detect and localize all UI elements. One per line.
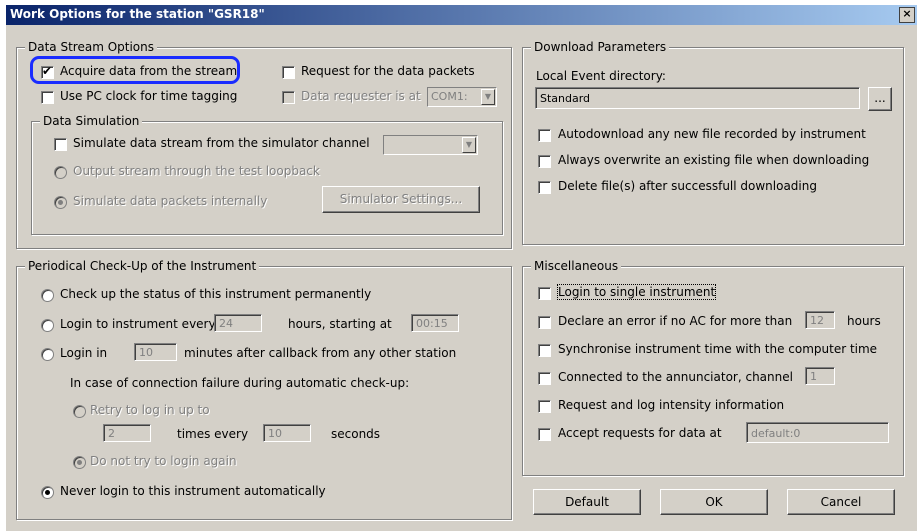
download-legend: Download Parameters xyxy=(531,40,670,54)
hours-starting-label: hours, starting at xyxy=(288,317,392,331)
never-login-radio[interactable] xyxy=(41,486,54,499)
accept-requests-label: Accept requests for data at xyxy=(558,426,722,440)
data-simulation-legend: Data Simulation xyxy=(40,114,143,128)
simulator-settings-button[interactable]: Simulator Settings... xyxy=(322,186,480,213)
simulate-internal-label: Simulate data packets internally xyxy=(73,194,268,208)
autodownload-label: Autodownload any new file recorded by in… xyxy=(558,127,866,141)
login-in-field[interactable]: 10 xyxy=(134,343,177,361)
misc-legend: Miscellaneous xyxy=(531,259,622,273)
check-permanent-radio[interactable] xyxy=(41,289,54,302)
overwrite-label: Always overwrite an existing file when d… xyxy=(558,153,870,167)
login-in-radio[interactable] xyxy=(41,348,54,361)
simulate-internal-radio[interactable] xyxy=(54,196,67,209)
simulate-channel-label: Simulate data stream from the simulator … xyxy=(73,136,370,150)
minutes-after-label: minutes after callback from any other st… xyxy=(184,346,457,360)
retry-radio[interactable] xyxy=(73,405,86,418)
retry-label: Retry to log in up to xyxy=(90,403,210,417)
output-loopback-label: Output stream through the test loopback xyxy=(73,164,320,178)
intensity-label: Request and log intensity information xyxy=(558,398,785,412)
checkup-legend: Periodical Check-Up of the Instrument xyxy=(25,259,260,273)
chevron-down-icon[interactable]: ▼ xyxy=(481,89,495,105)
times-every-label: times every xyxy=(177,427,249,441)
check-permanent-label: Check up the status of this instrument p… xyxy=(60,287,372,301)
seconds-label: seconds xyxy=(331,427,381,441)
request-packets-checkbox[interactable] xyxy=(282,66,295,79)
data-stream-legend: Data Stream Options xyxy=(25,40,157,54)
simulate-channel-checkbox[interactable] xyxy=(54,138,67,151)
annunciator-channel-field[interactable]: 1 xyxy=(805,367,835,385)
accept-requests-checkbox[interactable] xyxy=(538,428,551,441)
accept-requests-field[interactable]: default:0 xyxy=(746,422,889,443)
login-every-radio[interactable] xyxy=(41,319,54,332)
start-time-field[interactable]: 00:15 xyxy=(411,314,459,332)
single-instrument-label: Login to single instrument xyxy=(556,284,717,300)
dialog-body: Data Stream Options Acquire data from th… xyxy=(6,25,917,531)
login-every-field[interactable]: 24 xyxy=(214,314,262,332)
requester-checkbox[interactable] xyxy=(282,91,295,104)
window-title: Work Options for the station "GSR18" xyxy=(10,7,265,21)
retry-interval-field[interactable]: 10 xyxy=(263,424,311,442)
failure-label: In case of connection failure during aut… xyxy=(70,376,410,390)
delete-files-label: Delete file(s) after successfull downloa… xyxy=(558,179,817,193)
annunciator-label: Connected to the annunciator, channel xyxy=(558,370,793,384)
declare-hours-field[interactable]: 12 xyxy=(805,311,835,329)
event-dir-field[interactable]: Standard xyxy=(535,87,860,109)
highlight-box xyxy=(30,56,240,84)
browse-button[interactable]: ... xyxy=(868,87,892,111)
request-packets-label: Request for the data packets xyxy=(301,64,475,78)
single-instrument-checkbox[interactable] xyxy=(538,287,551,300)
ok-button[interactable]: OK xyxy=(660,489,768,515)
checkup-group: Periodical Check-Up of the Instrument xyxy=(16,259,512,520)
requester-port-value: COM1: xyxy=(431,90,468,103)
chevron-down-icon[interactable]: ▼ xyxy=(462,137,476,153)
overwrite-checkbox[interactable] xyxy=(538,155,551,168)
annunciator-checkbox[interactable] xyxy=(538,372,551,385)
pc-clock-label: Use PC clock for time tagging xyxy=(60,89,238,103)
event-dir-label: Local Event directory: xyxy=(536,69,666,83)
requester-label: Data requester is at xyxy=(301,89,421,103)
default-button[interactable]: Default xyxy=(533,489,641,515)
delete-files-checkbox[interactable] xyxy=(538,181,551,194)
cancel-button[interactable]: Cancel xyxy=(787,489,895,515)
hours-label: hours xyxy=(847,314,881,328)
declare-error-label: Declare an error if no AC for more than xyxy=(558,314,793,328)
sync-time-checkbox[interactable] xyxy=(538,344,551,357)
pc-clock-checkbox[interactable] xyxy=(41,91,54,104)
simulator-channel-select[interactable]: ▼ xyxy=(383,135,478,155)
no-retry-radio[interactable] xyxy=(73,456,86,469)
close-icon[interactable]: × xyxy=(899,7,915,23)
never-login-label: Never login to this instrument automatic… xyxy=(60,484,326,498)
autodownload-checkbox[interactable] xyxy=(538,129,551,142)
output-loopback-radio[interactable] xyxy=(54,166,67,179)
requester-port-select[interactable]: COM1: ▼ xyxy=(427,87,497,107)
retry-count-field[interactable]: 2 xyxy=(103,424,151,442)
login-every-label: Login to instrument every xyxy=(60,317,216,331)
declare-error-checkbox[interactable] xyxy=(538,316,551,329)
sync-time-label: Synchronise instrument time with the com… xyxy=(558,342,878,356)
title-bar: Work Options for the station "GSR18" × xyxy=(6,5,917,25)
login-in-label: Login in xyxy=(60,346,108,360)
intensity-checkbox[interactable] xyxy=(538,400,551,413)
no-retry-label: Do not try to login again xyxy=(90,454,237,468)
